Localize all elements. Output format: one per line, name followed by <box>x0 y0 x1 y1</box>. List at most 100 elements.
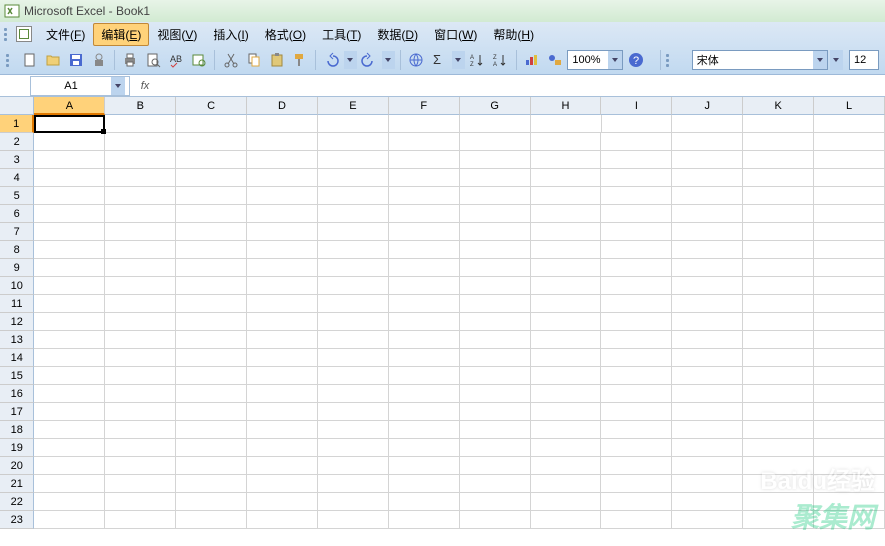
cell-I20[interactable] <box>601 457 672 475</box>
cell-C12[interactable] <box>176 313 247 331</box>
cell-J8[interactable] <box>672 241 743 259</box>
cell-D20[interactable] <box>247 457 318 475</box>
cell-J3[interactable] <box>672 151 743 169</box>
cell-I12[interactable] <box>601 313 672 331</box>
cell-J11[interactable] <box>672 295 743 313</box>
cell-D4[interactable] <box>247 169 318 187</box>
open-icon[interactable] <box>42 49 63 71</box>
row-header-15[interactable]: 15 <box>0 367 34 385</box>
cell-B4[interactable] <box>105 169 176 187</box>
cell-K2[interactable] <box>743 133 814 151</box>
column-header-D[interactable]: D <box>247 97 318 115</box>
cell-B13[interactable] <box>105 331 176 349</box>
cell-H18[interactable] <box>531 421 602 439</box>
cell-A23[interactable] <box>34 511 105 529</box>
cell-J7[interactable] <box>672 223 743 241</box>
cell-D10[interactable] <box>247 277 318 295</box>
cell-I19[interactable] <box>601 439 672 457</box>
row-header-11[interactable]: 11 <box>0 295 34 313</box>
menu-i[interactable]: 插入(I) <box>205 23 256 46</box>
cell-H16[interactable] <box>531 385 602 403</box>
cell-J21[interactable] <box>672 475 743 493</box>
cell-I5[interactable] <box>601 187 672 205</box>
cell-I17[interactable] <box>601 403 672 421</box>
cell-L14[interactable] <box>814 349 885 367</box>
cell-G22[interactable] <box>460 493 531 511</box>
row-header-9[interactable]: 9 <box>0 259 34 277</box>
format-painter-icon[interactable] <box>289 49 310 71</box>
cell-C14[interactable] <box>176 349 247 367</box>
cell-A20[interactable] <box>34 457 105 475</box>
cell-D12[interactable] <box>247 313 318 331</box>
cell-E10[interactable] <box>318 277 389 295</box>
cell-F15[interactable] <box>389 367 460 385</box>
cell-F1[interactable] <box>389 115 460 133</box>
cell-K6[interactable] <box>743 205 814 223</box>
undo-icon[interactable] <box>321 49 342 71</box>
cell-D21[interactable] <box>247 475 318 493</box>
cell-G10[interactable] <box>460 277 531 295</box>
cell-K5[interactable] <box>743 187 814 205</box>
cell-K23[interactable] <box>743 511 814 529</box>
cell-E17[interactable] <box>318 403 389 421</box>
cell-D16[interactable] <box>247 385 318 403</box>
cell-L7[interactable] <box>814 223 885 241</box>
column-header-B[interactable]: B <box>105 97 176 115</box>
menu-grip[interactable] <box>4 28 12 41</box>
redo-icon[interactable] <box>359 49 380 71</box>
cell-B23[interactable] <box>105 511 176 529</box>
cell-B22[interactable] <box>105 493 176 511</box>
copy-icon[interactable] <box>243 49 264 71</box>
cell-A2[interactable] <box>34 133 105 151</box>
cell-E22[interactable] <box>318 493 389 511</box>
cell-L15[interactable] <box>814 367 885 385</box>
font-name-dropdown[interactable] <box>813 51 827 69</box>
cell-K3[interactable] <box>743 151 814 169</box>
redo-dropdown[interactable] <box>382 51 395 69</box>
cell-G15[interactable] <box>460 367 531 385</box>
cell-B5[interactable] <box>105 187 176 205</box>
cell-A12[interactable] <box>34 313 105 331</box>
cell-D15[interactable] <box>247 367 318 385</box>
cell-F19[interactable] <box>389 439 460 457</box>
cell-G4[interactable] <box>460 169 531 187</box>
zoom-dropdown[interactable] <box>608 51 622 69</box>
cell-L11[interactable] <box>814 295 885 313</box>
cell-L4[interactable] <box>814 169 885 187</box>
cell-A17[interactable] <box>34 403 105 421</box>
cell-H9[interactable] <box>531 259 602 277</box>
name-box-input[interactable] <box>31 80 111 92</box>
row-header-23[interactable]: 23 <box>0 511 34 529</box>
cell-I15[interactable] <box>601 367 672 385</box>
cell-C5[interactable] <box>176 187 247 205</box>
cell-D6[interactable] <box>247 205 318 223</box>
row-header-2[interactable]: 2 <box>0 133 34 151</box>
row-header-7[interactable]: 7 <box>0 223 34 241</box>
cell-H14[interactable] <box>531 349 602 367</box>
cell-E7[interactable] <box>318 223 389 241</box>
cell-F23[interactable] <box>389 511 460 529</box>
format-toolbar-grip[interactable] <box>666 54 674 67</box>
select-all-corner[interactable] <box>0 97 34 115</box>
cell-B14[interactable] <box>105 349 176 367</box>
cell-H13[interactable] <box>531 331 602 349</box>
cell-E12[interactable] <box>318 313 389 331</box>
cell-A10[interactable] <box>34 277 105 295</box>
cell-F6[interactable] <box>389 205 460 223</box>
cell-E3[interactable] <box>318 151 389 169</box>
sort-desc-icon[interactable]: ZA <box>490 49 511 71</box>
preview-icon[interactable] <box>143 49 164 71</box>
menu-f[interactable]: 文件(F) <box>38 23 93 46</box>
cell-G8[interactable] <box>460 241 531 259</box>
cell-H3[interactable] <box>531 151 602 169</box>
cell-B19[interactable] <box>105 439 176 457</box>
cell-L21[interactable] <box>814 475 885 493</box>
cell-H4[interactable] <box>531 169 602 187</box>
cell-H6[interactable] <box>531 205 602 223</box>
cell-F12[interactable] <box>389 313 460 331</box>
cell-G2[interactable] <box>460 133 531 151</box>
cell-J13[interactable] <box>672 331 743 349</box>
cell-D2[interactable] <box>247 133 318 151</box>
autosum-icon[interactable]: Σ <box>429 49 450 71</box>
cell-L22[interactable] <box>814 493 885 511</box>
